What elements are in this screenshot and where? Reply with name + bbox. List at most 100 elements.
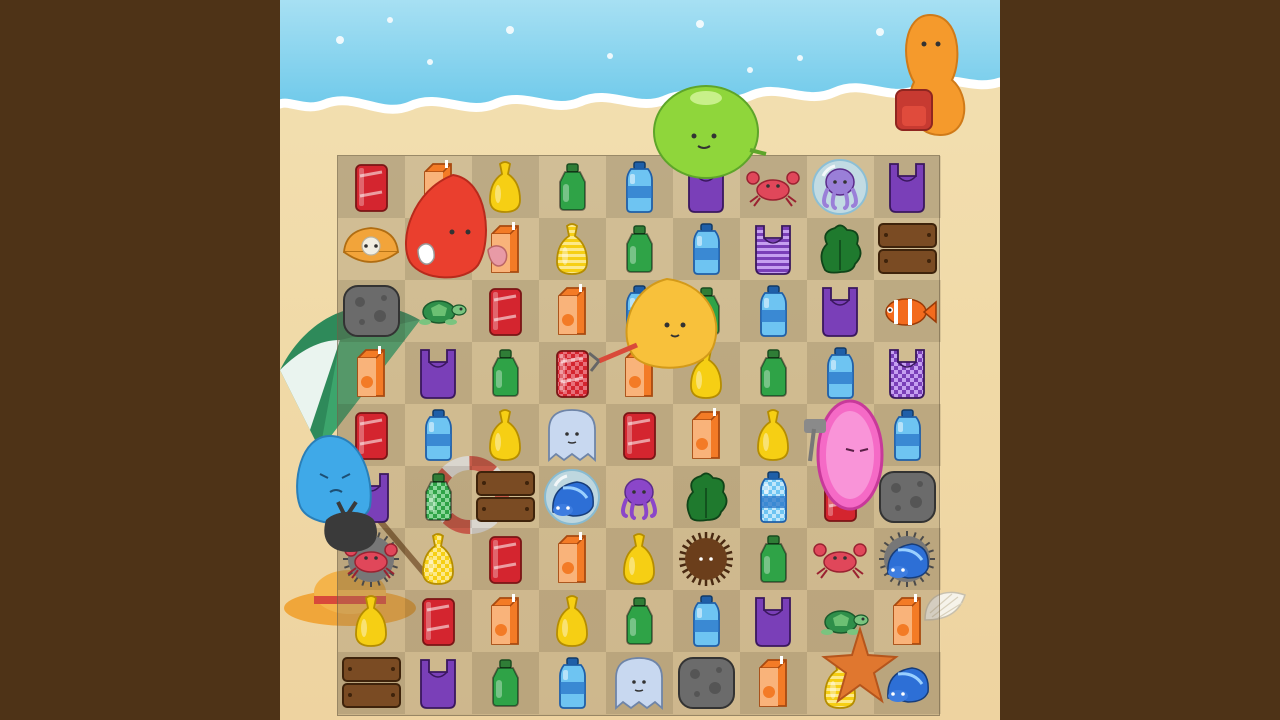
board-cell[interactable] [807,528,874,590]
board-cell[interactable] [472,466,539,528]
green-bottle-tile[interactable] [740,528,807,590]
board-cell[interactable] [539,590,606,652]
red-can-tile[interactable] [338,156,405,218]
board-cell[interactable] [539,156,606,218]
board-cell[interactable] [539,466,606,528]
board-cell[interactable] [874,156,941,218]
sea-turtle-tile[interactable] [405,280,472,342]
green-bottle-tile[interactable] [472,342,539,404]
board-cell[interactable] [606,404,673,466]
yellow-bag-tile[interactable] [740,404,807,466]
board-cell[interactable] [338,218,405,280]
board-cell[interactable] [740,652,807,714]
blue-water-bottle-tile[interactable] [539,652,606,714]
board-cell[interactable] [874,280,941,342]
board-cell[interactable] [874,218,941,280]
board-cell[interactable] [472,342,539,404]
purple-striped-bag-tile[interactable] [740,218,807,280]
green-bottle-tile[interactable] [606,218,673,280]
orange-juice-box-tile[interactable] [673,404,740,466]
purple-bag-tile[interactable] [807,280,874,342]
yellow-bag-tile[interactable] [338,590,405,652]
board-cell[interactable] [338,590,405,652]
purple-bag-tile[interactable] [405,652,472,714]
green-bottle-tile[interactable] [740,342,807,404]
board-cell[interactable] [807,280,874,342]
board-cell[interactable] [405,280,472,342]
hermit-crab-in-urchin-tile[interactable] [874,528,941,590]
wooden-plank-tile[interactable] [338,652,405,714]
board-cell[interactable] [606,528,673,590]
red-crab-tile[interactable] [807,528,874,590]
board-cell[interactable] [740,590,807,652]
green-seaweed-tile[interactable] [673,466,740,528]
orange-juice-box-tile[interactable] [472,590,539,652]
board-cell[interactable] [472,280,539,342]
yellow-bag-tile[interactable] [606,528,673,590]
octopus-in-bubble-tile[interactable] [807,156,874,218]
board-cell[interactable] [606,590,673,652]
board-cell[interactable] [405,590,472,652]
red-can-tile[interactable] [606,404,673,466]
board-cell[interactable] [338,280,405,342]
blue-water-bottle-tile[interactable] [673,590,740,652]
board-cell[interactable] [740,528,807,590]
yellow-striped-bag-tile[interactable] [539,218,606,280]
wooden-plank-tile[interactable] [472,466,539,528]
orange-juice-box-tile[interactable] [539,528,606,590]
board-cell[interactable] [338,156,405,218]
red-can-tile[interactable] [472,528,539,590]
yellow-bag-tile[interactable] [472,404,539,466]
orange-juice-box-tile[interactable] [338,342,405,404]
board-cell[interactable] [472,652,539,714]
purple-bag-tile[interactable] [874,156,941,218]
board-cell[interactable] [338,342,405,404]
board-cell[interactable] [740,404,807,466]
board-cell[interactable] [539,528,606,590]
clownfish-tile[interactable] [874,280,941,342]
purple-octopus-tile[interactable] [606,466,673,528]
green-bottle-checkered-tile[interactable] [405,466,472,528]
yellow-bag-tile[interactable] [539,590,606,652]
orange-juice-box-tile[interactable] [740,652,807,714]
board-cell[interactable] [740,466,807,528]
board-cell[interactable] [405,528,472,590]
board-cell[interactable] [874,528,941,590]
board-cell[interactable] [405,652,472,714]
board-cell[interactable] [606,652,673,714]
brown-urchin-tile[interactable] [673,528,740,590]
board-cell[interactable] [405,404,472,466]
board-cell[interactable] [539,404,606,466]
board-cell[interactable] [807,218,874,280]
board-cell[interactable] [338,652,405,714]
board-cell[interactable] [673,528,740,590]
board-cell[interactable] [405,466,472,528]
board-cell[interactable] [673,590,740,652]
board-cell[interactable] [673,404,740,466]
board-cell[interactable] [673,652,740,714]
green-bottle-tile[interactable] [606,590,673,652]
blue-water-bottle-tile[interactable] [673,218,740,280]
board-cell[interactable] [472,528,539,590]
green-seaweed-tile[interactable] [807,218,874,280]
ghost-jellyfish-tile[interactable] [539,404,606,466]
board-cell[interactable] [740,280,807,342]
red-can-tile[interactable] [405,590,472,652]
board-cell[interactable] [673,466,740,528]
hermit-crab-in-bubble-tile[interactable] [539,466,606,528]
wooden-plank-tile[interactable] [874,218,941,280]
purple-bag-tile[interactable] [740,590,807,652]
board-cell[interactable] [472,590,539,652]
board-cell[interactable] [539,652,606,714]
board-cell[interactable] [606,466,673,528]
purple-bag-tile[interactable] [405,342,472,404]
yellow-bag-checkered-tile[interactable] [405,528,472,590]
green-bottle-tile[interactable] [539,156,606,218]
board-cell[interactable] [673,218,740,280]
gray-rock-tile[interactable] [338,280,405,342]
gray-rock-tile[interactable] [673,652,740,714]
board-cell[interactable] [807,156,874,218]
blue-water-bottle-tile[interactable] [740,280,807,342]
board-cell[interactable] [740,342,807,404]
clam-with-pearl-tile[interactable] [338,218,405,280]
